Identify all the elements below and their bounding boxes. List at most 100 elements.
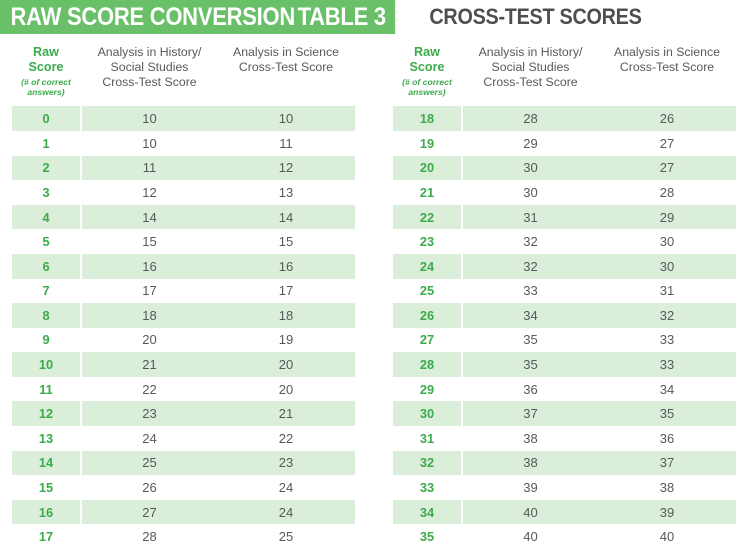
column-header-science: Analysis in Science Cross-Test Score <box>598 42 736 106</box>
table-row: 8 18 18 <box>12 303 355 328</box>
table-row: 2 11 12 <box>12 155 355 181</box>
cell-science-score: 17 <box>217 278 355 304</box>
cell-science-score: 38 <box>598 475 736 500</box>
table-row: 5 15 15 <box>12 229 355 254</box>
cell-raw-score: 16 <box>12 499 80 525</box>
cell-raw-score: 10 <box>12 352 80 377</box>
table-row: 29 36 34 <box>393 376 736 402</box>
banner-title-text: RAW SCORE CONVERSION <box>10 2 296 31</box>
cell-science-score: 28 <box>598 180 736 205</box>
history-line-1: Analysis in History/ <box>97 45 202 59</box>
cell-history-score: 39 <box>463 475 598 500</box>
table-row: 27 35 33 <box>393 327 736 353</box>
cell-science-score: 27 <box>598 155 736 181</box>
history-line-2: Social Studies <box>491 60 570 74</box>
table-row: 33 39 38 <box>393 475 736 500</box>
cell-science-score: 25 <box>217 524 355 550</box>
table-row: 23 32 30 <box>393 229 736 254</box>
cell-science-score: 15 <box>217 229 355 254</box>
cell-history-score: 16 <box>82 253 217 279</box>
cell-history-score: 22 <box>82 376 217 402</box>
table-header-left: Raw Score (# of correct answers) Analysi… <box>12 42 355 106</box>
cell-science-score: 32 <box>598 303 736 328</box>
table-row: 6 16 16 <box>12 253 355 279</box>
history-line-2: Social Studies <box>110 60 189 74</box>
cell-raw-score: 9 <box>12 327 80 353</box>
cell-raw-score: 34 <box>393 499 461 525</box>
cell-raw-score: 27 <box>393 327 461 353</box>
table-row: 16 27 24 <box>12 499 355 525</box>
cell-history-score: 35 <box>463 352 598 377</box>
cell-history-score: 34 <box>463 303 598 328</box>
cell-science-score: 18 <box>217 303 355 328</box>
cell-history-score: 21 <box>82 352 217 377</box>
cell-history-score: 31 <box>463 204 598 230</box>
column-header-raw-score: Raw Score (# of correct answers) <box>393 42 461 106</box>
table-row: 20 30 27 <box>393 155 736 181</box>
cell-history-score: 30 <box>463 180 598 205</box>
cell-history-score: 37 <box>463 401 598 427</box>
table-row: 4 14 14 <box>12 204 355 230</box>
cell-science-score: 13 <box>217 180 355 205</box>
cell-history-score: 25 <box>82 450 217 476</box>
cell-history-score: 10 <box>82 106 217 131</box>
column-header-raw-score: Raw Score (# of correct answers) <box>12 42 80 106</box>
table-row: 18 28 26 <box>393 106 736 131</box>
cell-history-score: 29 <box>463 130 598 156</box>
table-row: 10 21 20 <box>12 352 355 377</box>
cell-raw-score: 7 <box>12 278 80 304</box>
cell-history-score: 27 <box>82 499 217 525</box>
table-body-right: 18 28 26 19 29 27 20 30 27 21 30 28 22 31 29 23 32 30 24 32… <box>393 106 736 550</box>
column-header-science: Analysis in Science Cross-Test Score <box>217 42 355 106</box>
cell-science-score: 19 <box>217 327 355 353</box>
table-row: 19 29 27 <box>393 130 736 156</box>
cell-raw-score: 15 <box>12 475 80 500</box>
cell-science-score: 40 <box>598 524 736 550</box>
cell-science-score: 21 <box>217 401 355 427</box>
right-table-block: Raw Score (# of correct answers) Analysi… <box>393 42 736 550</box>
cell-raw-score: 25 <box>393 278 461 304</box>
cross-test-score-table-right: Raw Score (# of correct answers) Analysi… <box>393 42 736 550</box>
cell-history-score: 36 <box>463 376 598 402</box>
table-row: 26 34 32 <box>393 303 736 328</box>
cell-raw-score: 24 <box>393 253 461 279</box>
raw-score-note: (# of correct answers) <box>21 76 71 98</box>
cell-raw-score: 4 <box>12 204 80 230</box>
cell-history-score: 11 <box>82 155 217 181</box>
cell-raw-score: 11 <box>12 376 80 402</box>
cell-raw-score: 13 <box>12 426 80 451</box>
cell-raw-score: 2 <box>12 155 80 181</box>
cell-history-score: 38 <box>463 450 598 476</box>
cell-history-score: 40 <box>463 524 598 550</box>
cell-science-score: 29 <box>598 204 736 230</box>
table-row: 9 20 19 <box>12 327 355 353</box>
table-row: 0 10 10 <box>12 106 355 131</box>
table-row: 14 25 23 <box>12 450 355 476</box>
table-header-right: Raw Score (# of correct answers) Analysi… <box>393 42 736 106</box>
cell-science-score: 34 <box>598 376 736 402</box>
table-row: 34 40 39 <box>393 499 736 525</box>
cell-raw-score: 35 <box>393 524 461 550</box>
cell-science-score: 11 <box>217 130 355 156</box>
table-row: 30 37 35 <box>393 401 736 427</box>
table-row: 22 31 29 <box>393 204 736 230</box>
cell-raw-score: 29 <box>393 376 461 402</box>
cell-history-score: 28 <box>82 524 217 550</box>
cell-science-score: 35 <box>598 401 736 427</box>
cell-raw-score: 30 <box>393 401 461 427</box>
cell-raw-score: 3 <box>12 180 80 205</box>
cell-history-score: 38 <box>463 426 598 451</box>
table-body-left: 0 10 10 1 10 11 2 11 12 3 12 13 4 14 14 5 15 15 6 16 16 7 17 17… <box>12 106 355 550</box>
history-line-3: Cross-Test Score <box>483 75 578 89</box>
cell-history-score: 10 <box>82 130 217 156</box>
cell-history-score: 30 <box>463 155 598 181</box>
history-line-3: Cross-Test Score <box>102 75 197 89</box>
table-row: 3 12 13 <box>12 180 355 205</box>
cell-science-score: 33 <box>598 352 736 377</box>
table-row: 11 22 20 <box>12 376 355 402</box>
cross-test-score-table-left: Raw Score (# of correct answers) Analysi… <box>12 42 355 550</box>
header-row: Raw Score (# of correct answers) Analysi… <box>393 42 736 106</box>
raw-score-label: Raw Score <box>28 45 64 74</box>
page-subtitle: CROSS-TEST SCORES <box>429 4 642 29</box>
table-row: 7 17 17 <box>12 278 355 304</box>
